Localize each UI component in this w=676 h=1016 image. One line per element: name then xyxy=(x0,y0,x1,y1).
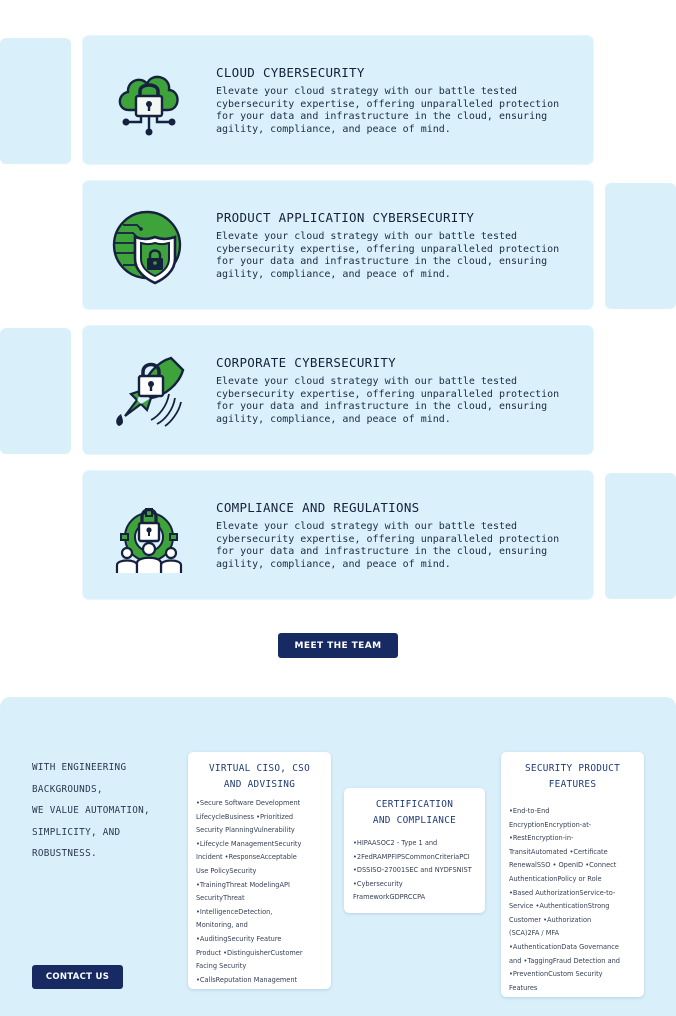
feature-list-item: •2FedRAMPFIPSCommonCriteriaPCI xyxy=(353,852,470,861)
feature-list-item: •HIPAASOC2 - Type 1 and xyxy=(353,839,438,847)
feature-list-item: Product •DistinguisherCustomer xyxy=(196,948,303,957)
service-card-corporate: CORPORATE CYBERSECURITY Elevate your clo… xyxy=(83,326,593,454)
feature-list-item: •CallsReputation Management xyxy=(196,975,298,984)
service-description: Elevate your cloud strategy with our bat… xyxy=(216,376,560,425)
feature-card-certification: CERTIFICATION AND COMPLIANCE •HIPAASOC2 … xyxy=(344,788,485,913)
decor-block-left-2 xyxy=(0,328,71,454)
tagline-line: SIMPLICITY, AND xyxy=(32,826,121,838)
feature-list-item: •End-to-End xyxy=(509,807,550,815)
feature-list-item: •PreventionCustom Security xyxy=(509,970,603,979)
tagline-line: WITH ENGINEERING xyxy=(32,762,127,773)
title-line: CERTIFICATION xyxy=(375,799,454,810)
team-gear-lock-icon xyxy=(115,507,183,573)
service-card-cloud: CLOUD CYBERSECURITY Elevate your cloud s… xyxy=(83,36,593,164)
service-description: Elevate your cloud strategy with our bat… xyxy=(216,231,560,280)
service-title: COMPLIANCE AND REGULATIONS xyxy=(216,500,420,515)
service-card-product-application: PRODUCT APPLICATION CYBERSECURITY Elevat… xyxy=(83,181,593,309)
feature-card-title: VIRTUAL CISO, CSO AND ADVISING xyxy=(194,761,325,793)
feature-list-item: •RestEncryption-in- xyxy=(509,834,574,843)
feature-list-item: (SCA)2FA / MFA xyxy=(509,929,560,938)
feature-list-item: •Based AuthorizationService-to- xyxy=(509,888,616,897)
service-description: Elevate your cloud strategy with our bat… xyxy=(216,521,560,570)
feature-list-item: Monitoring, and xyxy=(196,921,248,930)
title-line: SECURITY PRODUCT xyxy=(524,763,621,774)
feature-list-item: Service •AuthenticationStrong xyxy=(509,902,610,911)
rocket-lock-icon xyxy=(116,356,185,427)
service-description: Elevate your cloud strategy with our bat… xyxy=(216,86,560,135)
decor-block-right-2 xyxy=(605,473,676,599)
feature-list-item: •AuthenticationData Governance xyxy=(509,942,619,951)
feature-list-item: SecurityThreat xyxy=(196,894,245,903)
feature-list-item: •Cybersecurity xyxy=(353,879,403,888)
meet-the-team-button[interactable]: MEET THE TEAM xyxy=(278,633,398,658)
feature-list-item: RenewalSSO • OpenID •Connect xyxy=(509,861,617,870)
feature-list: •Secure Software Development LifecycleBu… xyxy=(188,793,331,987)
circuit-shield-icon xyxy=(112,210,182,285)
feature-list: •HIPAASOC2 - Type 1 and •2FedRAMPFIPSCom… xyxy=(344,829,485,905)
feature-list-item: •Lifecycle ManagementSecurity xyxy=(196,839,302,848)
feature-list-item: •IntelligenceDetection, xyxy=(196,907,273,916)
feature-list-item: •AuditingSecurity Feature xyxy=(196,934,282,943)
contact-us-button[interactable]: CONTACT US xyxy=(32,965,123,989)
feature-list-item: Use PolicySecurity xyxy=(196,866,257,875)
cloud-lock-icon xyxy=(118,75,179,136)
feature-list-item: Features xyxy=(509,983,538,992)
title-line: AND COMPLIANCE xyxy=(372,815,457,826)
decor-block-right-1 xyxy=(605,183,676,309)
feature-list-item: Incident •ResponseAcceptable xyxy=(196,853,297,862)
tagline-line: BACKGROUNDS, xyxy=(32,783,103,795)
footer-tagline: WITH ENGINEERING BACKGROUNDS, WE VALUE A… xyxy=(32,757,182,865)
feature-list-item: •Secure Software Development xyxy=(196,799,301,807)
feature-card-title: SECURITY PRODUCT FEATURES xyxy=(507,761,638,793)
feature-list-item: Facing Security xyxy=(196,962,247,971)
feature-list-item: Customer •Authorization xyxy=(509,915,592,924)
feature-list-item: EncryptionEncryption-at- xyxy=(509,820,592,829)
service-title: CORPORATE CYBERSECURITY xyxy=(216,355,396,370)
service-title: PRODUCT APPLICATION CYBERSECURITY xyxy=(216,210,475,225)
feature-list-item: •DSSISO-27001SEC and NYDFSNIST xyxy=(353,866,472,875)
feature-list-item: Security PlanningVulnerability xyxy=(196,826,295,835)
title-line: FEATURES xyxy=(548,779,597,790)
feature-list-item: AuthenticationPolicy or Role xyxy=(509,874,602,883)
feature-list-item: TransitAutomated •Certificate xyxy=(509,847,608,856)
feature-list-item: •TrainingThreat ModelingAPI xyxy=(196,880,290,889)
feature-list-item: and •TaggingFraud Detection and xyxy=(509,956,620,965)
feature-card-title: CERTIFICATION AND COMPLIANCE xyxy=(350,797,479,829)
feature-list-item: FrameworkGDPRCCPA xyxy=(353,893,426,902)
decor-block-left-1 xyxy=(0,38,71,164)
tagline-line: ROBUSTNESS. xyxy=(32,848,97,860)
service-title: CLOUD CYBERSECURITY xyxy=(216,65,365,80)
tagline-line: WE VALUE AUTOMATION, xyxy=(32,805,150,817)
title-line: VIRTUAL CISO, CSO xyxy=(208,763,311,774)
feature-list-item: LifecycleBusiness •Prioritized xyxy=(196,812,294,821)
service-card-compliance: COMPLIANCE AND REGULATIONS Elevate your … xyxy=(83,471,593,599)
title-line: AND ADVISING xyxy=(223,779,296,790)
feature-card-security-product: SECURITY PRODUCT FEATURES •End-to-End En… xyxy=(501,752,644,997)
feature-card-virtual-ciso: VIRTUAL CISO, CSO AND ADVISING •Secure S… xyxy=(188,752,331,989)
feature-list: •End-to-End EncryptionEncryption-at- •Re… xyxy=(501,793,644,995)
